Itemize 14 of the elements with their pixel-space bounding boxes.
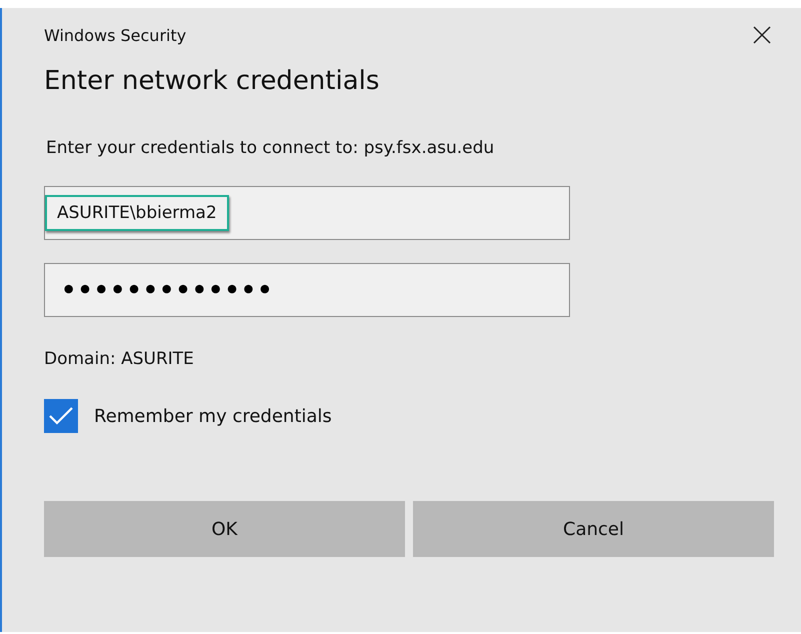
password-dots: •••••••••••••: [60, 276, 274, 304]
cancel-button[interactable]: Cancel: [413, 501, 774, 557]
checkmark-icon: [48, 406, 74, 426]
connect-message: Enter your credentials to connect to: psy.fsx.asu.edu: [45, 138, 496, 158]
close-icon: [753, 26, 771, 44]
window-title: Windows Security: [44, 26, 186, 44]
dialog-heading: Enter network credentials: [44, 66, 380, 98]
password-field[interactable]: •••••••••••••: [44, 263, 570, 317]
domain-label: Domain: ASURITE: [44, 349, 195, 369]
username-field[interactable]: ASURITE\bbierma2: [44, 186, 570, 240]
ok-button[interactable]: OK: [44, 501, 405, 557]
remember-label: Remember my credentials: [94, 406, 332, 426]
highlighted-username: ASURITE\bbierma2: [45, 195, 229, 231]
remember-checkbox[interactable]: [44, 399, 78, 433]
